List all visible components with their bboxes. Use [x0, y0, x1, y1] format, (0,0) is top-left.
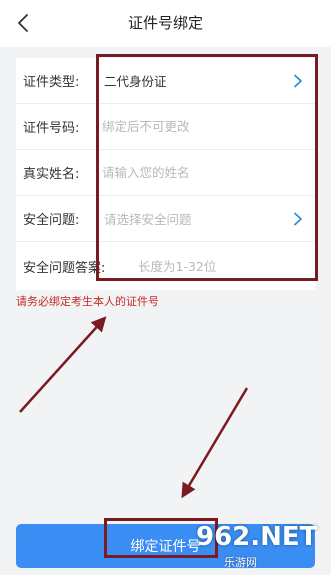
security-question-label: 安全问题:: [23, 213, 80, 228]
security-answer-input[interactable]: [138, 248, 291, 284]
row-security-answer: 安全问题答案:: [16, 242, 315, 290]
row-id-type[interactable]: 证件类型: 二代身份证: [16, 58, 315, 104]
chevron-left-icon: [18, 14, 28, 32]
real-name-input[interactable]: [102, 156, 291, 189]
binding-form: 证件类型: 二代身份证 证件号码: 真实姓名: 安全问题: 请选择安全问题 安全…: [16, 58, 315, 290]
row-security-question[interactable]: 安全问题: 请选择安全问题: [16, 196, 315, 242]
page-title: 证件号绑定: [127, 14, 203, 32]
bind-id-button-label: 绑定证件号: [130, 539, 201, 555]
id-number-input[interactable]: [102, 110, 291, 143]
chevron-right-icon: [294, 212, 302, 225]
bind-id-button[interactable]: 绑定证件号: [16, 524, 315, 568]
annotation-arrow-down: [181, 387, 249, 499]
id-type-value: 二代身份证: [104, 74, 167, 89]
security-answer-label: 安全问题答案:: [23, 260, 106, 276]
id-type-label: 证件类型:: [23, 75, 80, 90]
back-button[interactable]: [8, 8, 38, 38]
header-bar: 证件号绑定: [0, 0, 331, 47]
annotation-arrow-up: [19, 316, 107, 413]
real-name-label: 真实姓名:: [23, 167, 80, 182]
chevron-right-icon: [294, 74, 302, 87]
security-question-value: 请选择安全问题: [104, 212, 192, 227]
row-id-number: 证件号码:: [16, 104, 315, 150]
id-number-label: 证件号码:: [23, 121, 80, 136]
warning-note: 请务必绑定考生本人的证件号: [16, 295, 159, 308]
row-real-name: 真实姓名:: [16, 150, 315, 196]
